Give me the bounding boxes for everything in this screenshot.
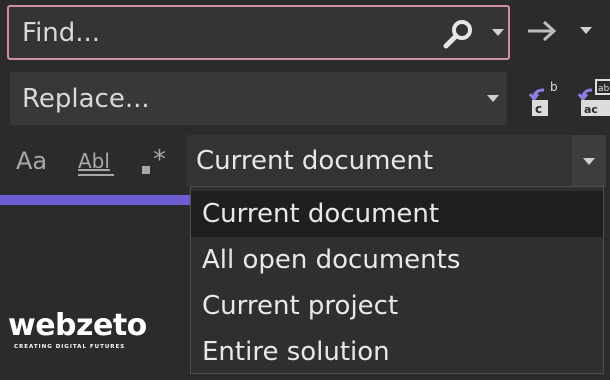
regex-icon[interactable]: * [140, 144, 176, 180]
scope-option-all-open-documents[interactable]: All open documents [191, 237, 603, 283]
find-box [7, 5, 510, 60]
match-case-toggle[interactable]: Aa [14, 144, 58, 180]
search-icon[interactable] [441, 18, 477, 50]
match-case-label: Aa [16, 147, 48, 175]
chevron-down-icon[interactable] [572, 135, 606, 187]
replace-options-chevron-down-icon[interactable] [482, 87, 504, 109]
scope-option-current-document[interactable]: Current document [191, 191, 603, 237]
watermark-name: webzeto [8, 308, 147, 343]
whole-word-toggle[interactable]: Abl [76, 144, 118, 180]
find-options-chevron-down-icon[interactable] [487, 21, 509, 43]
watermark-tagline: CREATING DIGITAL FUTURES [14, 344, 126, 350]
find-input[interactable] [9, 7, 409, 58]
search-scope-select[interactable]: Current document [186, 135, 606, 187]
replace-input[interactable] [10, 72, 430, 125]
replace-box [10, 72, 507, 125]
replace-all-icon[interactable]: ab ac [578, 78, 610, 118]
svg-text:ab: ab [598, 84, 610, 94]
svg-text:ac: ac [584, 103, 598, 116]
chevron-down-icon[interactable] [572, 18, 598, 44]
svg-text:b: b [550, 80, 558, 94]
arrow-right-icon[interactable] [524, 18, 560, 44]
svg-text:*: * [153, 145, 166, 175]
whole-word-label: Abl [78, 149, 110, 173]
replace-next-icon[interactable]: b c [526, 78, 564, 118]
whole-word-underline [78, 174, 114, 176]
scope-option-current-project[interactable]: Current project [191, 283, 603, 329]
svg-text:c: c [535, 102, 542, 116]
watermark-logo: webzeto CREATING DIGITAL FUTURES [4, 308, 164, 356]
scope-option-entire-solution[interactable]: Entire solution [191, 329, 603, 375]
search-scope-dropdown: Current document All open documents Curr… [190, 186, 604, 374]
search-scope-value: Current document [196, 146, 434, 176]
